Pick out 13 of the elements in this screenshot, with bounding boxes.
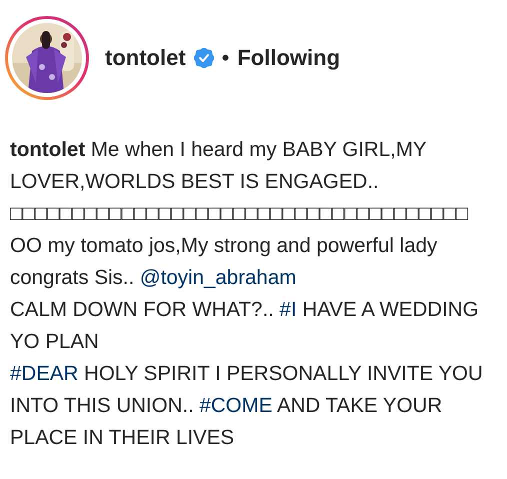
separator-dot: • <box>222 44 230 72</box>
caption-text: □□□□□□□□□□□□□□□□□□□□□□□□□□□□□□□□□□□□□ <box>10 201 470 227</box>
username-link[interactable]: tontolet <box>10 138 86 161</box>
hashtag-link[interactable]: #COME <box>199 394 272 417</box>
hashtag-link[interactable]: #DEAR <box>10 362 78 385</box>
caption-text: #DEAR HOLY SPIRIT I PERSONALLY INVITE YOU INTO THIS UNION.. #COME AND TAKE YOUR PLACE IN THEIR LIVES <box>10 361 484 451</box>
hashtag-link[interactable]: #I <box>280 298 297 321</box>
mention-link[interactable]: @toyin_abraham <box>140 266 296 289</box>
caption-text: OO my tomato jos,My strong and powerful lady congrats Sis.. @toyin_abraham <box>10 233 438 291</box>
caption-text: tontolet Me when I heard my BABY GIRL,MY LOVER,WORLDS BEST IS ENGAGED.. <box>10 137 428 195</box>
username-link[interactable]: tontolet <box>105 41 186 74</box>
following-button[interactable]: Following <box>237 41 340 74</box>
caption-text: CALM DOWN FOR WHAT?.. #I HAVE A WEDDING YO PLAN <box>10 297 480 355</box>
